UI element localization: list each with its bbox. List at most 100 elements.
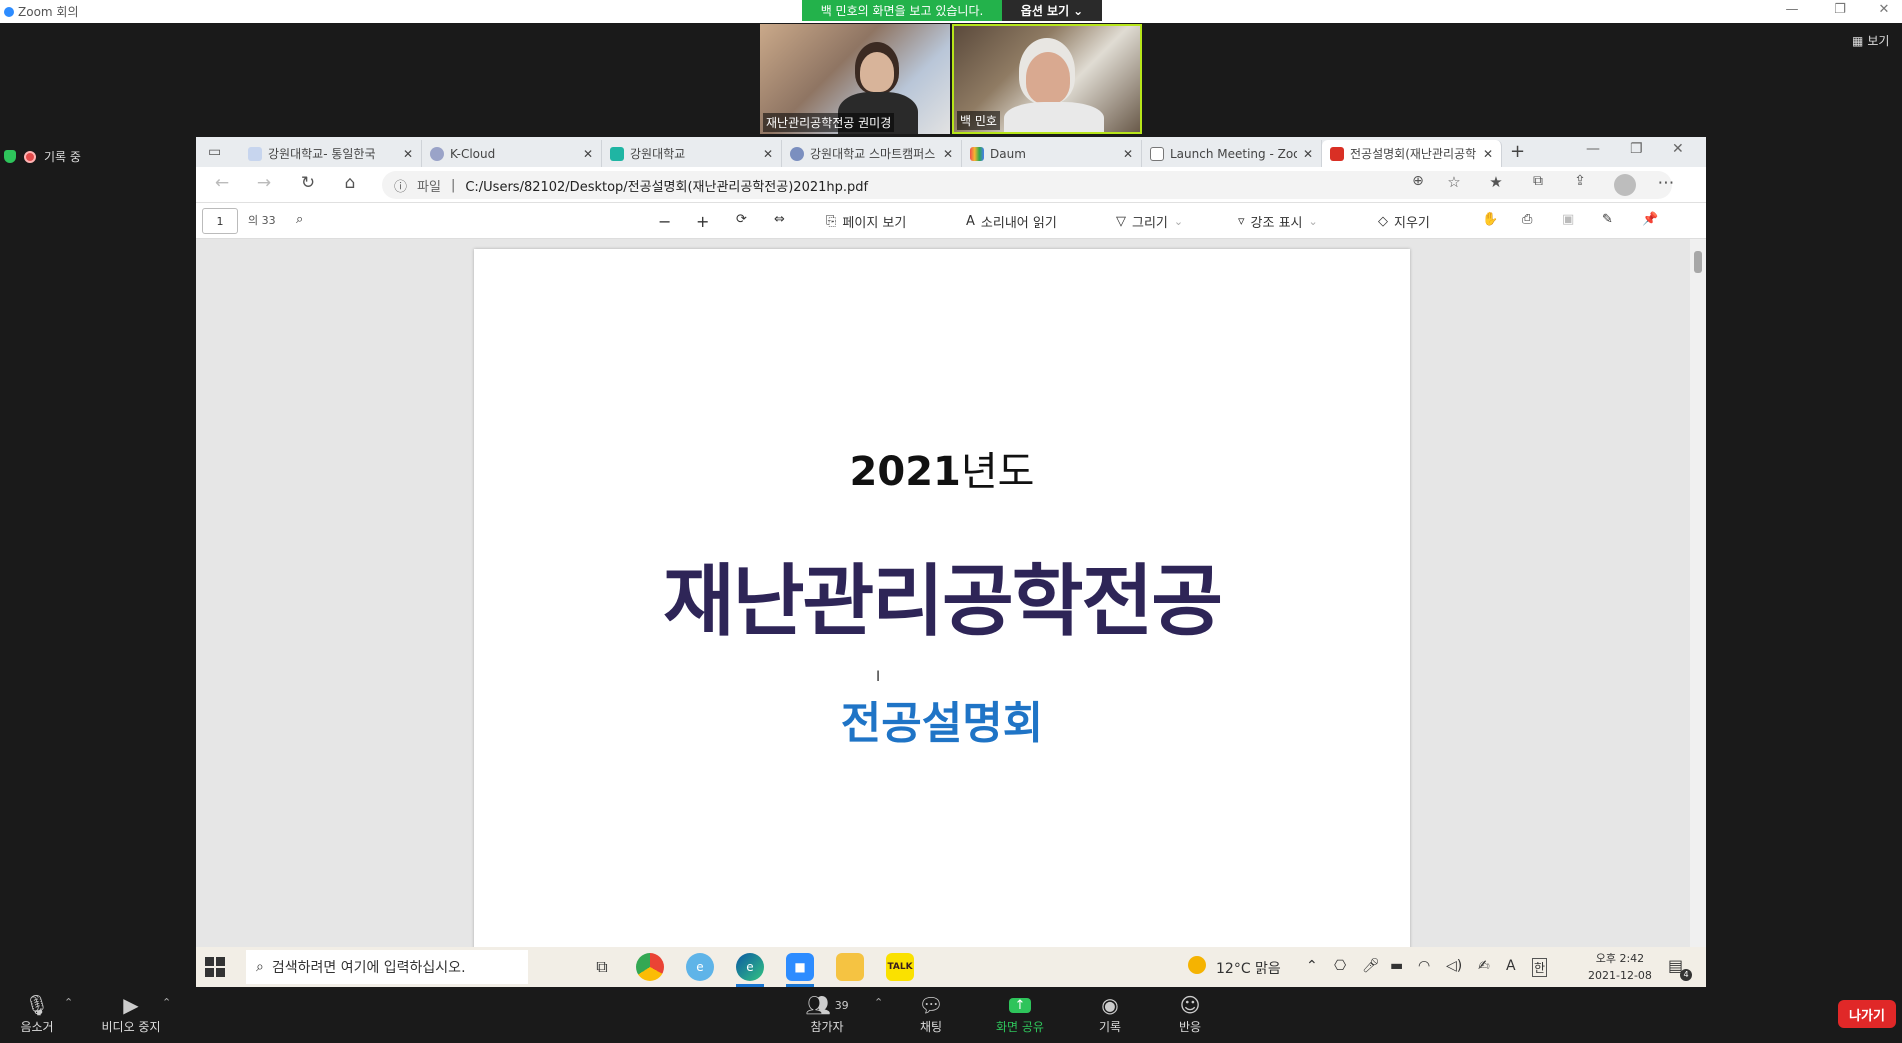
tab-label: Launch Meeting - Zoom [1170, 146, 1297, 161]
zoom-app-icon[interactable]: ■ [786, 953, 814, 981]
pen-icon: ▽ [1116, 214, 1126, 229]
restore-icon[interactable]: ❐ [1826, 2, 1854, 17]
tab-7-active[interactable]: 전공설명회(재난관리공학전공) ✕ [1322, 140, 1502, 167]
url-field[interactable]: ⓘ 파일 | C:/Users/82102/Desktop/전공설명회(재난관리… [382, 171, 1672, 199]
find-icon[interactable]: ⌕ [296, 212, 303, 227]
share-screen-icon: ↑ [975, 992, 1065, 1018]
zoom-in-icon[interactable]: + [696, 212, 709, 231]
chat-button[interactable]: 💬︎ 채팅 [886, 992, 976, 1035]
more-menu-icon[interactable]: ⋯ [1654, 173, 1678, 193]
file-explorer-icon[interactable] [836, 953, 864, 981]
ime-language-label[interactable]: 한 [1532, 958, 1548, 977]
kakaotalk-icon[interactable]: TALK [886, 953, 914, 981]
close-icon[interactable]: ✕ [1870, 2, 1898, 17]
tab-close-icon[interactable]: ✕ [763, 147, 773, 161]
tab-close-icon[interactable]: ✕ [1483, 147, 1493, 161]
pdf-viewer[interactable]: 2021년도 재난관리공학전공 I 전공설명회 [196, 239, 1690, 969]
save-icon[interactable]: ▣ [1562, 212, 1574, 227]
eraser-icon: ◇ [1378, 214, 1388, 229]
highlight-button[interactable]: ▿ 강조 표시 ⌄ [1238, 212, 1318, 231]
read-aloud-label: 소리내어 읽기 [980, 216, 1057, 231]
browser-minimize-icon[interactable]: — [1586, 141, 1600, 157]
pen-workspace-icon[interactable]: ✍ [1478, 958, 1490, 974]
browser-restore-icon[interactable]: ❐ [1630, 141, 1643, 157]
participants-chevron-icon[interactable]: ⌃ [874, 996, 883, 1009]
record-button[interactable]: ◉ 기록 [1065, 992, 1155, 1035]
new-tab-icon[interactable]: + [1510, 141, 1525, 162]
chrome-icon[interactable] [636, 953, 664, 981]
tab-2[interactable]: K-Cloud ✕ [422, 140, 602, 167]
tray-device-icon[interactable]: ⎔ [1334, 958, 1346, 974]
participant-name-label: 백 민호 [957, 111, 1000, 130]
video-tile-participant[interactable]: 재난관리공학전공 권미경 [760, 24, 950, 134]
pdf-page: 2021년도 재난관리공학전공 I 전공설명회 [474, 249, 1410, 969]
minimize-icon[interactable]: — [1778, 2, 1806, 17]
leave-meeting-button[interactable]: 나가기 [1838, 1000, 1896, 1028]
home-icon[interactable]: ⌂ [338, 173, 362, 193]
page-view-icon: ⎘ [826, 214, 837, 229]
fit-page-icon[interactable]: ⇔ [774, 212, 785, 227]
collections-icon[interactable]: ⧉ [1526, 173, 1550, 189]
tab-actions-icon[interactable]: ▭ [208, 144, 221, 160]
page-view-button[interactable]: ⎘ 페이지 보기 [826, 212, 906, 231]
rotate-icon[interactable]: ⟳ [736, 212, 747, 227]
volume-icon[interactable]: ◁) [1446, 958, 1462, 974]
tab-5[interactable]: Daum ✕ [962, 140, 1142, 167]
network-icon[interactable]: ◠ [1418, 958, 1430, 974]
share-page-icon[interactable]: ⇪ [1568, 173, 1592, 189]
weather-sun-icon[interactable] [1188, 956, 1206, 974]
tab-6[interactable]: Launch Meeting - Zoom ✕ [1142, 140, 1322, 167]
tab-1[interactable]: 강원대학교- 통일한국 ✕ [240, 140, 422, 167]
view-options-button[interactable]: 옵션 보기 ⌄ [1002, 0, 1102, 21]
forward-icon[interactable]: → [252, 173, 276, 193]
read-aloud-button[interactable]: A 소리내어 읽기 [966, 212, 1057, 231]
scroll-thumb[interactable] [1694, 251, 1702, 273]
print-icon[interactable]: ⎙ [1522, 212, 1532, 227]
tab-close-icon[interactable]: ✕ [403, 147, 413, 161]
internet-explorer-icon[interactable]: e [686, 953, 714, 981]
speaker-video-body [1004, 102, 1104, 132]
video-tile-active-speaker[interactable]: 백 민호 [952, 24, 1142, 134]
favorites-icon[interactable]: ★ [1484, 173, 1508, 191]
tab-close-icon[interactable]: ✕ [1123, 147, 1133, 161]
tray-chevron-up-icon[interactable]: ⌃ [1306, 958, 1318, 974]
erase-button[interactable]: ◇ 지우기 [1378, 212, 1430, 231]
browser-close-icon[interactable]: ✕ [1672, 141, 1684, 157]
tray-clock[interactable]: 오후 2:42 2021-12-08 [1588, 950, 1652, 984]
reactions-button[interactable]: ☺ 반응 [1145, 992, 1235, 1035]
pdf-scrollbar[interactable] [1690, 239, 1706, 964]
tab-3[interactable]: 강원대학교 ✕ [602, 140, 782, 167]
tab-close-icon[interactable]: ✕ [583, 147, 593, 161]
edge-icon[interactable]: e [736, 953, 764, 981]
tab-close-icon[interactable]: ✕ [1303, 147, 1313, 161]
video-options-chevron-icon[interactable]: ⌃ [162, 996, 171, 1009]
taskbar-search-box[interactable]: ⌕ 검색하려면 여기에 입력하십시오. [246, 950, 528, 984]
save-as-icon[interactable]: ✎ [1602, 212, 1613, 227]
weather-text[interactable]: 12°C 맑음 [1216, 958, 1281, 978]
ime-mode-label[interactable]: A [1506, 958, 1516, 974]
audio-options-chevron-icon[interactable]: ⌃ [64, 996, 73, 1009]
tab-close-icon[interactable]: ✕ [943, 147, 953, 161]
view-button[interactable]: ▦ 보기 [1852, 32, 1889, 49]
windows-start-icon[interactable] [204, 956, 226, 978]
edge-active-indicator [736, 984, 764, 987]
touch-icon[interactable]: ✋ [1482, 212, 1498, 227]
share-screen-button[interactable]: ↑ 화면 공유 [975, 992, 1065, 1035]
back-icon[interactable]: ← [210, 173, 234, 193]
tray-mic-icon[interactable]: 🎤︎ [1362, 958, 1380, 974]
tab-4[interactable]: 강원대학교 스마트캠퍼스 ✕ [782, 140, 962, 167]
tab-label: 강원대학교 스마트캠퍼스 [810, 147, 936, 161]
zoom-icon[interactable]: ⊕ [1406, 173, 1430, 189]
participants-button[interactable]: 👥︎ 39 참가자 [782, 992, 872, 1035]
web-icon [248, 146, 262, 161]
zoom-out-icon[interactable]: − [658, 212, 671, 231]
pin-toolbar-icon[interactable]: 📌 [1642, 212, 1658, 227]
refresh-icon[interactable]: ↻ [296, 173, 320, 193]
recording-indicator[interactable]: 기록 중 [4, 148, 81, 165]
add-favorite-icon[interactable]: ☆ [1442, 173, 1466, 191]
profile-avatar[interactable] [1614, 174, 1636, 196]
draw-button[interactable]: ▽ 그리기 ⌄ [1116, 212, 1183, 231]
task-view-icon[interactable]: ⧉ [588, 953, 616, 981]
page-number-input[interactable]: 1 [202, 208, 238, 234]
battery-icon[interactable]: ▬ [1390, 958, 1403, 974]
